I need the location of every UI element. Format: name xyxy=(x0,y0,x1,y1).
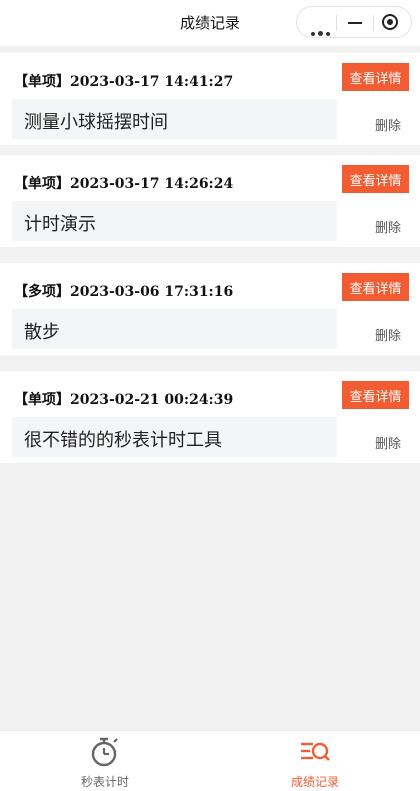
bottom-tab-bar: 秒表计时 成绩记录 xyxy=(0,730,420,791)
record-card: 【多项】2023-03-06 17:31:16 查看详情 散步 删除 xyxy=(0,263,420,355)
miniprogram-capsule xyxy=(296,6,412,38)
capsule-divider xyxy=(373,15,374,31)
tab-label: 秒表计时 xyxy=(80,775,129,789)
minimize-icon[interactable] xyxy=(348,22,362,24)
record-card: 【单项】2023-02-21 00:24:39 查看详情 很不错的的秒表计时工具… xyxy=(0,371,420,463)
record-datetime: 2023-03-17 14:41:27 xyxy=(70,74,234,90)
more-icon[interactable] xyxy=(311,21,335,36)
view-detail-button[interactable]: 查看详情 xyxy=(342,273,409,301)
record-note-box: 很不错的的秒表计时工具 xyxy=(12,417,337,457)
record-card: 【单项】2023-03-17 14:26:24 查看详情 计时演示 删除 xyxy=(0,155,420,247)
delete-button[interactable]: 删除 xyxy=(375,433,401,452)
view-detail-button[interactable]: 查看详情 xyxy=(342,381,409,409)
record-note: 很不错的的秒表计时工具 xyxy=(24,430,222,451)
record-datetime: 2023-02-21 00:24:39 xyxy=(70,392,234,408)
delete-button[interactable]: 删除 xyxy=(375,325,401,344)
record-header: 【多项】2023-03-06 17:31:16 xyxy=(14,281,233,301)
record-type-tag: 【单项】 xyxy=(14,176,70,192)
record-datetime: 2023-03-06 17:31:16 xyxy=(70,284,234,300)
records-search-icon xyxy=(301,742,330,761)
record-note-box: 测量小球摇摆时间 xyxy=(12,99,337,139)
record-type-tag: 【多项】 xyxy=(14,284,70,300)
record-note: 散步 xyxy=(24,322,60,343)
records-page: 成绩记录 【单项】2023-03-17 14:41:27 查看详情 测量小球摇摆… xyxy=(0,0,420,791)
nav-header: 成绩记录 xyxy=(0,0,420,46)
record-note-box: 计时演示 xyxy=(12,201,337,241)
record-header: 【单项】2023-02-21 00:24:39 xyxy=(14,389,233,409)
tab-label: 成绩记录 xyxy=(290,775,339,789)
record-type-tag: 【单项】 xyxy=(14,74,70,90)
tab-records[interactable]: 成绩记录 xyxy=(210,731,420,791)
delete-button[interactable]: 删除 xyxy=(375,115,401,134)
record-note: 计时演示 xyxy=(24,214,96,235)
record-header: 【单项】2023-03-17 14:26:24 xyxy=(14,173,233,193)
record-card: 【单项】2023-03-17 14:41:27 查看详情 测量小球摇摆时间 删除 xyxy=(0,53,420,145)
delete-button[interactable]: 删除 xyxy=(375,217,401,236)
tab-stopwatch[interactable]: 秒表计时 xyxy=(0,731,210,791)
view-detail-button[interactable]: 查看详情 xyxy=(342,63,409,91)
stopwatch-icon xyxy=(91,737,118,767)
record-type-tag: 【单项】 xyxy=(14,392,70,408)
record-note: 测量小球摇摆时间 xyxy=(24,112,168,133)
record-datetime: 2023-03-17 14:26:24 xyxy=(70,176,234,192)
view-detail-button[interactable]: 查看详情 xyxy=(342,165,409,193)
record-header: 【单项】2023-03-17 14:41:27 xyxy=(14,71,233,91)
capsule-divider xyxy=(336,15,337,31)
close-miniprogram-icon[interactable] xyxy=(382,14,398,30)
record-note-box: 散步 xyxy=(12,309,337,349)
